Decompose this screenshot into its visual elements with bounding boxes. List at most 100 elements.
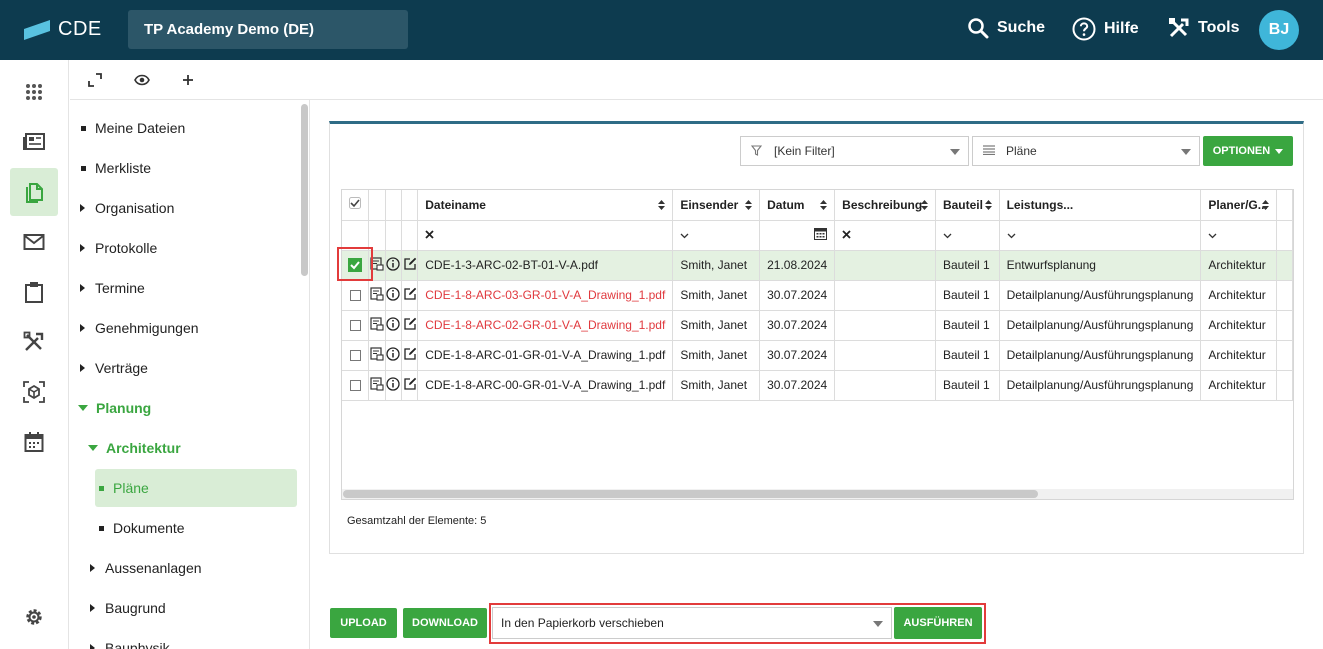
cell-dateiname[interactable]: CDE-1-3-ARC-02-BT-01-V-A.pdf (417, 250, 674, 281)
filter-dateiname[interactable] (417, 220, 674, 251)
edit-cell[interactable] (401, 280, 419, 311)
horizontal-scrollbar[interactable] (343, 490, 1038, 498)
table-row[interactable]: CDE-1-8-ARC-03-GR-01-V-A_Drawing_1.pdf Sm… (342, 280, 1293, 311)
edit-cell[interactable] (401, 370, 419, 401)
cell-dateiname[interactable]: CDE-1-8-ARC-02-GR-01-V-A_Drawing_1.pdf (417, 310, 674, 341)
row-checkbox[interactable] (349, 350, 361, 362)
tree-item-aussenanlagen[interactable]: Aussenanlagen (90, 549, 202, 587)
edit-icon (403, 377, 416, 390)
sort-icon (1262, 200, 1270, 210)
rail-calendar[interactable] (10, 418, 58, 466)
tree-item-planung[interactable]: Planung (78, 389, 151, 427)
tree-item-bauphysik[interactable]: Bauphysik (90, 629, 170, 649)
view-button[interactable] (131, 70, 153, 90)
checkbox-cell[interactable] (342, 280, 370, 311)
filter-cell (1276, 220, 1293, 251)
cell-planer: Architektur (1200, 370, 1278, 401)
filter-einsender[interactable] (672, 220, 761, 251)
info-cell[interactable] (385, 310, 402, 341)
cell-datum: 30.07.2024 (759, 280, 836, 311)
col-leistungsphase[interactable]: Leistungs... (999, 190, 1202, 221)
view-select[interactable]: Pläne (972, 136, 1200, 166)
add-button[interactable] (177, 70, 199, 90)
info-cell[interactable] (385, 370, 402, 401)
avatar[interactable]: BJ (1259, 10, 1299, 50)
column-label: Datum (767, 197, 805, 212)
rail-tools[interactable] (10, 318, 58, 366)
row-checkbox[interactable] (349, 380, 361, 392)
project-selector[interactable]: TP Academy Demo (DE) (128, 10, 408, 49)
rail-clipboard[interactable] (10, 268, 58, 316)
cell-dateiname[interactable]: CDE-1-8-ARC-00-GR-01-V-A_Drawing_1.pdf (417, 370, 674, 401)
cell-dateiname[interactable]: CDE-1-8-ARC-03-GR-01-V-A_Drawing_1.pdf (417, 280, 674, 311)
logo[interactable]: CDE (24, 18, 102, 41)
info-cell[interactable] (385, 250, 402, 281)
help-button[interactable]: Hilfe (1072, 17, 1139, 41)
tools-button[interactable]: Tools (1168, 17, 1239, 39)
tree-item-vertraege[interactable]: Verträge (80, 349, 148, 387)
checkbox-cell[interactable] (342, 370, 370, 401)
filter-bauteil[interactable] (935, 220, 1000, 251)
table-row[interactable]: CDE-1-8-ARC-01-GR-01-V-A_Drawing_1.pdf Sm… (342, 340, 1293, 371)
table-row[interactable]: CDE-1-8-ARC-00-GR-01-V-A_Drawing_1.pdf Sm… (342, 370, 1293, 401)
cell-bauteil: Bauteil 1 (935, 250, 1000, 281)
filter-select[interactable]: [Kein Filter] (740, 136, 969, 166)
expand-button[interactable] (84, 70, 106, 90)
col-datum[interactable]: Datum (759, 190, 836, 221)
info-cell[interactable] (385, 340, 402, 371)
select-all-header[interactable] (342, 190, 370, 221)
search-label: Suche (997, 19, 1046, 36)
filter-beschreibung[interactable] (834, 220, 936, 251)
tree-item-meine-dateien[interactable]: Meine Dateien (81, 109, 185, 147)
table-row[interactable]: CDE-1-3-ARC-02-BT-01-V-A.pdf Smith, Janet… (342, 250, 1293, 281)
checkbox-cell[interactable] (342, 340, 370, 371)
table-row[interactable]: CDE-1-8-ARC-02-GR-01-V-A_Drawing_1.pdf Sm… (342, 310, 1293, 341)
cell-beschreibung (834, 280, 936, 311)
download-button[interactable]: DOWNLOAD (403, 608, 487, 638)
filter-planer[interactable] (1200, 220, 1278, 251)
preview-cell[interactable] (368, 370, 386, 401)
preview-cell[interactable] (368, 310, 386, 341)
col-bauteil[interactable]: Bauteil (935, 190, 1000, 221)
options-button[interactable]: OPTIONEN (1203, 136, 1293, 166)
tree-item-architektur[interactable]: Architektur (88, 429, 181, 467)
rail-documents[interactable] (10, 168, 58, 216)
filter-datum[interactable] (759, 220, 836, 251)
preview-cell[interactable] (368, 280, 386, 311)
rail-news[interactable] (10, 118, 58, 166)
preview-cell[interactable] (368, 340, 386, 371)
rail-mail[interactable] (10, 218, 58, 266)
edit-cell[interactable] (401, 340, 419, 371)
col-beschreibung[interactable]: Beschreibung (834, 190, 936, 221)
tree-item-protokolle[interactable]: Protokolle (80, 229, 157, 267)
info-icon (386, 256, 400, 271)
tree-item-label: Merkliste (95, 160, 152, 176)
tree-item-merkliste[interactable]: Merkliste (81, 149, 151, 187)
cell-einsender: Smith, Janet (672, 250, 761, 281)
rail-apps[interactable] (10, 68, 58, 116)
cell-dateiname[interactable]: CDE-1-8-ARC-01-GR-01-V-A_Drawing_1.pdf (417, 340, 674, 371)
filter-leistungsphase[interactable] (999, 220, 1202, 251)
col-planer[interactable]: Planer/G... (1200, 190, 1278, 221)
rail-settings[interactable] (10, 593, 58, 641)
upload-button[interactable]: UPLOAD (330, 608, 397, 638)
info-cell[interactable] (385, 280, 402, 311)
tree-item-genehmigungen[interactable]: Genehmigungen (80, 309, 199, 347)
rail-model[interactable] (10, 368, 58, 416)
tree-scrollbar[interactable] (301, 104, 308, 276)
tree-item-dokumente[interactable]: Dokumente (99, 509, 185, 547)
tree-item-baugrund[interactable]: Baugrund (90, 589, 166, 627)
tree-item-organisation[interactable]: Organisation (80, 189, 174, 227)
clear-filter-icon (842, 230, 851, 239)
col-einsender[interactable]: Einsender (672, 190, 761, 221)
row-checkbox[interactable] (349, 320, 361, 332)
tree-item-plaene[interactable]: Pläne (95, 469, 297, 507)
col-dateiname[interactable]: Dateiname (417, 190, 674, 221)
row-checkbox[interactable] (349, 290, 361, 302)
search-button[interactable]: Suche (967, 17, 1045, 39)
tree-item-termine[interactable]: Termine (80, 269, 145, 307)
edit-cell[interactable] (401, 250, 419, 281)
tree-item-label: Termine (95, 280, 145, 296)
edit-cell[interactable] (401, 310, 419, 341)
checkbox-cell[interactable] (342, 310, 370, 341)
